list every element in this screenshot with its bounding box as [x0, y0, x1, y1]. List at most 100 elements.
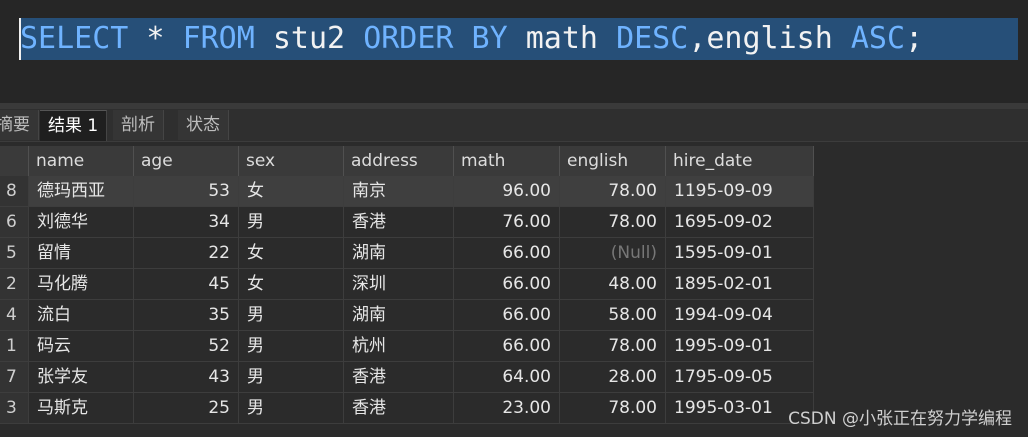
cell-address[interactable]: 湖南 [344, 300, 454, 330]
cell-hire-date[interactable]: 1895-02-01 [666, 269, 814, 299]
table-row[interactable]: 3 马斯克 25 男香港 23.00 78.00 1995-03-01 [0, 393, 814, 424]
sql-text: stu2 [254, 21, 364, 56]
cell-sex[interactable]: 男 [239, 207, 344, 237]
cell-math[interactable]: 66.00 [454, 331, 560, 361]
table-row[interactable]: 1 码云 52 男杭州 66.00 78.00 1995-09-01 [0, 331, 814, 362]
tab-label: 状态 [186, 115, 220, 135]
tab-label: 摘要 [0, 115, 30, 135]
watermark: CSDN @小张正在努力学编程 [788, 409, 1012, 429]
cell-age[interactable]: 53 [134, 176, 239, 206]
cell-name[interactable]: 张学友 [29, 362, 134, 392]
result-tab-bar: 摘要 结果 1 剖析 状态 [0, 109, 1028, 142]
tab-profile[interactable]: 剖析 [113, 110, 164, 140]
row-number[interactable]: 3 [0, 393, 29, 423]
row-number[interactable]: 5 [0, 238, 29, 268]
cell-english[interactable]: 78.00 [560, 176, 666, 206]
cell-math[interactable]: 23.00 [454, 393, 560, 423]
tab-result-1[interactable]: 结果 1 [40, 110, 108, 141]
table-row[interactable]: 8 德玛西亚 53 女南京 96.00 78.00 1195-09-09 [0, 176, 814, 207]
cell-age[interactable]: 22 [134, 238, 239, 268]
table-row[interactable]: 7 张学友 43 男香港 64.00 28.00 1795-09-05 [0, 362, 814, 393]
row-number[interactable]: 1 [0, 331, 29, 361]
cell-name[interactable]: 马化腾 [29, 269, 134, 299]
cell-address[interactable]: 湖南 [344, 238, 454, 268]
cell-hire-date[interactable]: 1695-09-02 [666, 207, 814, 237]
cell-math[interactable]: 66.00 [454, 300, 560, 330]
column-header-name[interactable]: name [29, 146, 134, 176]
cell-sex[interactable]: 男 [239, 393, 344, 423]
tab-summary[interactable]: 摘要 [0, 110, 39, 140]
cell-english[interactable]: 48.00 [560, 269, 666, 299]
tab-label: 结果 1 [48, 116, 99, 136]
cell-sex[interactable]: 男 [239, 362, 344, 392]
cell-math[interactable]: 64.00 [454, 362, 560, 392]
cell-english[interactable]: 78.00 [560, 207, 666, 237]
cell-address[interactable]: 香港 [344, 207, 454, 237]
row-number[interactable]: 7 [0, 362, 29, 392]
table-row[interactable]: 4 流白 35 男湖南 66.00 58.00 1994-09-04 [0, 300, 814, 331]
sql-text: ,english [688, 21, 851, 56]
cell-hire-date[interactable]: 1995-09-01 [666, 331, 814, 361]
cell-math[interactable]: 76.00 [454, 207, 560, 237]
cell-age[interactable]: 43 [134, 362, 239, 392]
cell-sex[interactable]: 女 [239, 269, 344, 299]
cell-name[interactable]: 德玛西亚 [29, 176, 134, 206]
cell-sex[interactable]: 女 [239, 238, 344, 268]
cell-english[interactable]: 28.00 [560, 362, 666, 392]
sql-query-text[interactable]: SELECT * FROM stu2 ORDER BY math DESC,en… [20, 18, 1018, 60]
cell-hire-date[interactable]: 1595-09-01 [666, 238, 814, 268]
sql-text: * [128, 21, 183, 56]
cell-address[interactable]: 香港 [344, 362, 454, 392]
column-header-age[interactable]: age [134, 146, 239, 176]
cell-name[interactable]: 码云 [29, 331, 134, 361]
column-header-hire-date[interactable]: hire_date [666, 146, 814, 176]
cell-age[interactable]: 45 [134, 269, 239, 299]
text-caret [19, 18, 21, 60]
cell-math[interactable]: 96.00 [454, 176, 560, 206]
cell-age[interactable]: 52 [134, 331, 239, 361]
cell-age[interactable]: 34 [134, 207, 239, 237]
cell-english[interactable]: 58.00 [560, 300, 666, 330]
table-row[interactable]: 5 留情 22 女湖南 66.00 (Null) 1595-09-01 [0, 238, 814, 269]
row-number[interactable]: 8 [0, 176, 29, 206]
cell-age[interactable]: 35 [134, 300, 239, 330]
cell-sex[interactable]: 女 [239, 176, 344, 206]
row-header-corner [0, 146, 29, 176]
cell-hire-date[interactable]: 1994-09-04 [666, 300, 814, 330]
cell-address[interactable]: 南京 [344, 176, 454, 206]
column-header-english[interactable]: english [560, 146, 666, 176]
cell-name[interactable]: 刘德华 [29, 207, 134, 237]
cell-address[interactable]: 香港 [344, 393, 454, 423]
cell-age[interactable]: 25 [134, 393, 239, 423]
cell-math[interactable]: 66.00 [454, 238, 560, 268]
row-number[interactable]: 6 [0, 207, 29, 237]
sql-text: ; [905, 21, 924, 56]
cell-sex[interactable]: 男 [239, 300, 344, 330]
sql-keyword: ASC [850, 21, 906, 56]
cell-english[interactable]: 78.00 [560, 331, 666, 361]
sql-keyword: SELECT [20, 21, 129, 56]
sql-keyword: DESC [616, 21, 689, 56]
tab-status[interactable]: 状态 [178, 110, 229, 140]
cell-hire-date[interactable]: 1795-09-05 [666, 362, 814, 392]
cell-name[interactable]: 马斯克 [29, 393, 134, 423]
cell-hire-date[interactable]: 1195-09-09 [666, 176, 814, 206]
cell-address[interactable]: 深圳 [344, 269, 454, 299]
cell-address[interactable]: 杭州 [344, 331, 454, 361]
cell-sex[interactable]: 男 [239, 331, 344, 361]
row-number[interactable]: 4 [0, 300, 29, 330]
table-row[interactable]: 6 刘德华 34 男香港 76.00 78.00 1695-09-02 [0, 207, 814, 238]
cell-english[interactable]: 78.00 [560, 393, 666, 423]
row-number[interactable]: 2 [0, 269, 29, 299]
cell-math[interactable]: 66.00 [454, 269, 560, 299]
table-row[interactable]: 2 马化腾 45 女深圳 66.00 48.00 1895-02-01 [0, 269, 814, 300]
cell-name[interactable]: 留情 [29, 238, 134, 268]
column-header-address[interactable]: address [344, 146, 454, 176]
sql-keyword: ORDER BY [363, 21, 508, 56]
column-header-math[interactable]: math [454, 146, 560, 176]
sql-editor[interactable]: SELECT * FROM stu2 ORDER BY math DESC,en… [0, 0, 1028, 103]
tab-label: 剖析 [121, 115, 155, 135]
cell-english[interactable]: (Null) [560, 238, 666, 268]
column-header-sex[interactable]: sex [239, 146, 344, 176]
cell-name[interactable]: 流白 [29, 300, 134, 330]
